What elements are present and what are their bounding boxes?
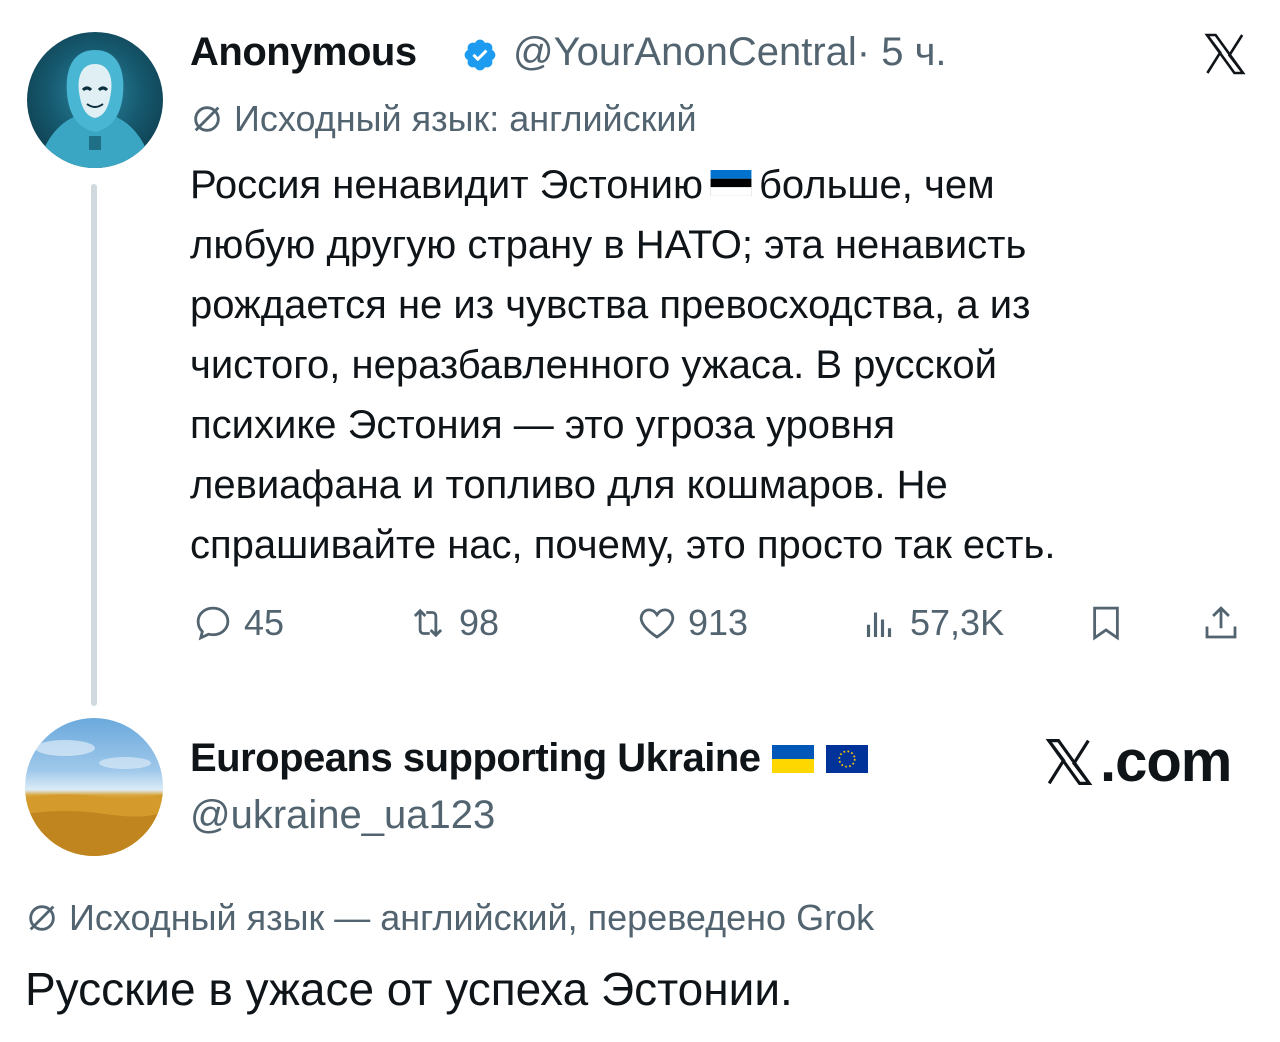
bookmark-icon xyxy=(1093,606,1119,641)
tweet-time[interactable]: · 5 ч. xyxy=(857,30,947,74)
wheat-field-avatar-icon xyxy=(25,740,163,856)
tweet-actions-bar: 45 98 913 57,3K xyxy=(0,598,1280,648)
translate-slash-icon xyxy=(29,905,55,931)
repost-button[interactable]: 98 xyxy=(407,598,499,648)
tweet-line: рождается не из чувства превосходства, а… xyxy=(190,283,1031,327)
reply-translation-note-text: Исходный язык — английский, переведено G… xyxy=(69,897,875,938)
tweet-body: Россия ненавидит Эстонию больше, чем любу… xyxy=(190,155,1250,575)
translate-slash-icon xyxy=(194,106,220,132)
share-button[interactable] xyxy=(1200,598,1242,648)
eu-flag-icon xyxy=(825,744,868,773)
translation-note-text: Исходный язык: английский xyxy=(234,98,697,139)
translation-note[interactable]: Исходный язык: английский xyxy=(190,98,697,140)
anonymous-avatar-icon xyxy=(38,50,152,168)
heart-icon xyxy=(639,608,675,639)
tweet-line: спрашивайте нас, почему, это просто так … xyxy=(190,523,1056,567)
views-button[interactable]: 57,3K xyxy=(858,598,1004,648)
ukraine-flag-icon xyxy=(771,744,814,773)
repost-icon xyxy=(413,608,443,638)
tweet-line: Россия ненавидит Эстонию больше, чем xyxy=(190,163,995,207)
x-com-watermark: .com xyxy=(1040,728,1232,795)
reply-icon xyxy=(196,606,230,641)
tweet-line: любую другую страну в НАТО; эта ненавист… xyxy=(190,223,1027,267)
share-icon xyxy=(1205,606,1237,639)
tweet-line: психике Эстония — это угроза уровня xyxy=(190,403,895,447)
author-name[interactable]: Anonymous xyxy=(190,30,417,75)
estonia-flag-icon xyxy=(710,170,752,197)
like-count: 913 xyxy=(688,602,749,643)
x-logo-icon[interactable] xyxy=(1200,30,1250,78)
tweet-line: чистого, неразбавленного ужаса. В русско… xyxy=(190,343,998,387)
reply-author-name[interactable]: Europeans supporting Ukraine xyxy=(190,736,761,781)
reply-translation-note[interactable]: Исходный язык — английский, переведено G… xyxy=(25,897,874,939)
watermark-text: .com xyxy=(1100,729,1232,794)
reply-count: 45 xyxy=(244,602,285,643)
reply-author-handle[interactable]: @ukraine_ua123 xyxy=(190,793,495,838)
verified-badge-icon xyxy=(464,39,496,71)
reply-author-name-row[interactable]: Europeans supporting Ukraine xyxy=(190,736,869,781)
reply-body: Русские в ужасе от успеха Эстонии. xyxy=(25,963,793,1015)
reply-button[interactable]: 45 xyxy=(192,598,284,648)
x-logo-icon xyxy=(1045,738,1093,785)
author-handle[interactable]: @YourAnonCentral xyxy=(513,30,857,74)
views-count: 57,3K xyxy=(910,602,1005,643)
author-avatar[interactable] xyxy=(27,32,163,168)
bookmark-button[interactable] xyxy=(1085,598,1127,648)
reply-author-avatar[interactable] xyxy=(25,718,163,856)
author-handle-time[interactable]: @YourAnonCentral· 5 ч. xyxy=(513,30,947,75)
like-button[interactable]: 913 xyxy=(636,598,748,648)
repost-count: 98 xyxy=(459,602,500,643)
tweet-line: левиафана и топливо для кошмаров. Не xyxy=(190,463,948,507)
views-chart-icon xyxy=(866,612,892,637)
